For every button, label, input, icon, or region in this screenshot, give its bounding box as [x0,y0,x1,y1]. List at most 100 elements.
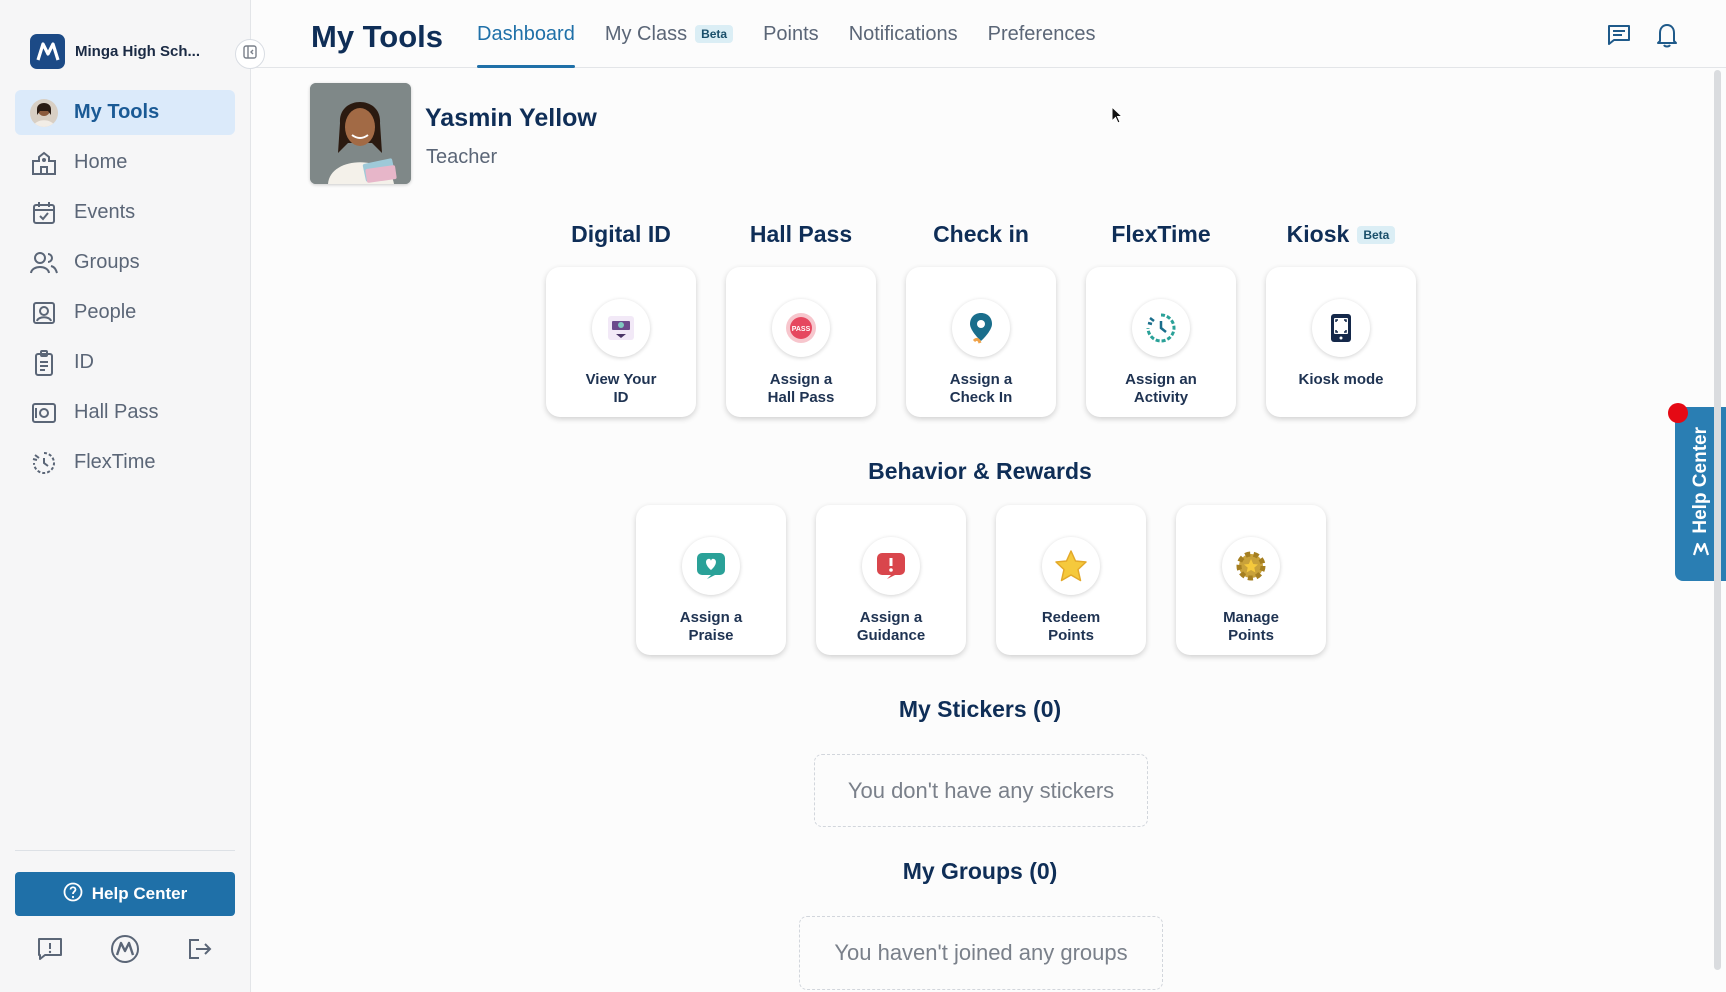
card-label: Assign a Praise [679,609,743,644]
heading-digital-id: Digital ID [571,221,671,247]
redeem-points-card[interactable]: Redeem Points [996,505,1146,655]
card-label: View Your ID [585,371,657,406]
heading-my-stickers: My Stickers (0) [898,696,1062,722]
avatar [30,98,58,127]
top-actions [1606,22,1680,48]
profile-name: Yasmin Yellow [425,104,597,132]
assign-check-in-card[interactable]: Assign a Check In [906,267,1056,417]
assign-activity-card[interactable]: Assign an Activity [1086,267,1236,417]
logout-icon[interactable] [185,934,215,964]
tab-label: Notifications [848,22,958,45]
hall-pass-badge-text: PASS [792,326,811,333]
tab-label: My Class [604,22,688,45]
tab-preferences[interactable]: Preferences [988,0,1096,68]
guidance-alert-icon [862,537,920,595]
feedback-icon[interactable] [35,934,65,964]
sidebar-item-label: People [74,301,137,323]
top-bar: My Tools Dashboard My Class Beta Points … [252,0,1726,68]
card-label: Assign a Hall Pass [767,371,835,406]
heading-flextime: FlexTime [1111,221,1211,247]
sidebar-item-hall-pass[interactable]: Hall Pass [15,390,235,435]
sidebar-nav: My Tools Home Events Groups People ID Ha… [15,90,235,490]
hall-pass-badge-icon: PASS [772,299,830,357]
sidebar-item-groups[interactable]: Groups [15,240,235,285]
sidebar-item-label: My Tools [74,101,160,123]
school-icon [30,149,58,177]
help-circle-icon [63,882,83,907]
sidebar-item-flextime[interactable]: FlexTime [15,440,235,485]
tab-label: Dashboard [477,22,575,45]
card-label: Assign a Guidance [856,609,926,644]
tab-notifications[interactable]: Notifications [849,0,958,68]
sidebar-item-label: Hall Pass [74,401,159,423]
minga-circle-icon[interactable] [110,934,140,964]
sidebar-item-home[interactable]: Home [15,140,235,185]
minga-logo-icon [1692,542,1709,561]
kiosk-icon [1312,299,1370,357]
tab-my-class[interactable]: My Class Beta [604,0,734,68]
heading-check-in: Check in [933,221,1029,247]
tab-bar: Dashboard My Class Beta Points Notificat… [477,0,1125,68]
beta-badge: Beta [695,25,734,43]
assign-praise-card[interactable]: Assign a Praise [636,505,786,655]
heading-kiosk: Kiosk Beta [1266,221,1416,248]
groups-empty-state: You haven't joined any groups [799,916,1163,990]
id-badge-icon [30,349,58,377]
sidebar-item-label: Home [74,151,128,173]
school-name: Minga High Sch... [75,43,201,60]
heading-my-groups: My Groups (0) [902,858,1058,884]
groups-icon [30,249,58,277]
card-label: Assign an Activity [1125,371,1197,406]
sidebar-item-people[interactable]: People [15,290,235,335]
sidebar-item-events[interactable]: Events [15,190,235,235]
view-id-card[interactable]: View Your ID [546,267,696,417]
activity-icon [1132,299,1190,357]
help-center-button[interactable]: Help Center [15,872,235,916]
sidebar-footer [35,934,215,964]
praise-heart-icon [682,537,740,595]
gear-badge-icon [1222,537,1280,595]
profile-photo [310,83,411,184]
tab-dashboard[interactable]: Dashboard [477,0,575,68]
flextime-icon [30,449,58,477]
calendar-icon [30,199,58,227]
hall-pass-icon [30,399,58,427]
sidebar: Minga High Sch... My Tools Home Events G… [0,0,251,992]
main-scrollbar[interactable] [1714,70,1721,970]
assign-hall-pass-card[interactable]: PASS Assign a Hall Pass [726,267,876,417]
card-label: Manage Points [1223,609,1279,644]
profile-role: Teacher [426,146,498,168]
assign-guidance-card[interactable]: Assign a Guidance [816,505,966,655]
card-label: Assign a Check In [949,371,1013,406]
sidebar-item-id[interactable]: ID [15,340,235,385]
sidebar-item-label: Groups [74,251,140,273]
card-label: Kiosk mode [1298,371,1384,388]
help-notification-dot [1668,403,1688,423]
collapse-sidebar-button[interactable] [235,39,265,69]
minga-logo-icon [30,34,65,69]
heading-behavior-rewards: Behavior & Rewards [868,458,1092,484]
sidebar-divider [15,850,235,851]
collapse-panel-icon [243,44,257,64]
stickers-empty-state: You don't have any stickers [814,754,1148,827]
help-center-tab-label: Help Center [1689,427,1711,534]
star-icon [1042,537,1100,595]
tab-label: Preferences [987,22,1096,45]
tab-points[interactable]: Points [763,0,819,68]
sidebar-item-my-tools[interactable]: My Tools [15,90,235,135]
person-card-icon [30,299,58,327]
page-title: My Tools [311,19,444,54]
sidebar-item-label: FlexTime [74,451,156,473]
sidebar-item-label: ID [74,351,94,373]
messages-icon[interactable] [1606,22,1632,48]
school-brand[interactable]: Minga High Sch... [30,34,200,69]
manage-points-card[interactable]: Manage Points [1176,505,1326,655]
beta-badge: Beta [1357,225,1396,244]
bell-icon[interactable] [1654,22,1680,48]
heading-kiosk-label: Kiosk [1286,221,1350,247]
card-label: Redeem Points [1041,609,1101,644]
location-pin-icon [952,299,1010,357]
kiosk-mode-card[interactable]: Kiosk mode [1266,267,1416,417]
tab-label: Points [763,22,819,45]
digital-id-icon [592,299,650,357]
